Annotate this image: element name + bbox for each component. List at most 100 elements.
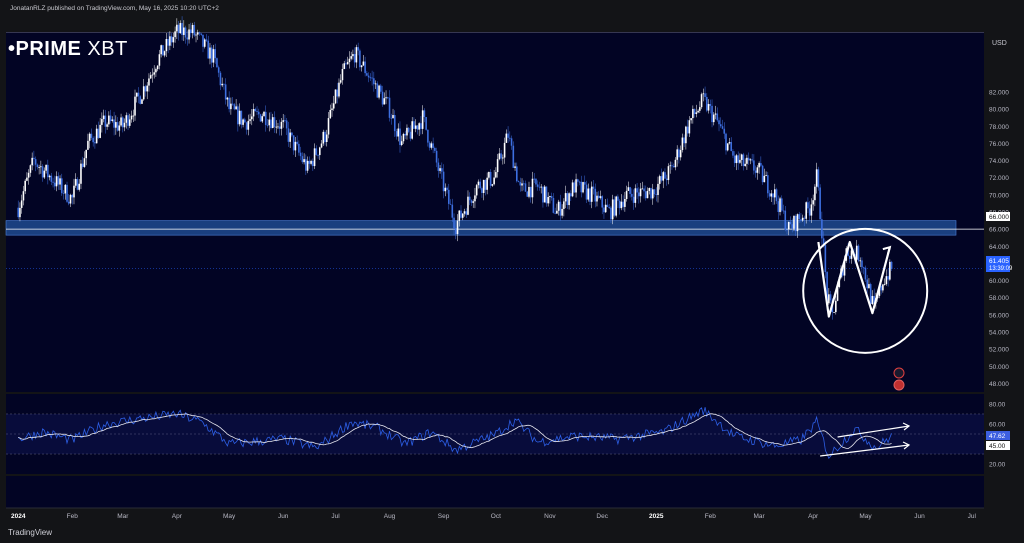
candle-body: [282, 120, 284, 122]
candle-body: [202, 34, 204, 47]
candle-body: [583, 182, 586, 185]
candle-body: [249, 119, 251, 121]
candle-body: [770, 193, 773, 197]
candle-body: [17, 207, 20, 218]
candle-body: [155, 69, 157, 73]
candle-body: [700, 94, 703, 108]
candle-body: [411, 121, 413, 139]
candle-body: [88, 133, 91, 141]
time-tick-label: Sep: [438, 513, 450, 520]
candle-body: [484, 179, 487, 190]
candle-body: [390, 117, 393, 119]
candle-body: [772, 193, 774, 198]
candle-body: [782, 210, 785, 212]
candle-body: [383, 98, 386, 105]
candle-body: [528, 186, 530, 197]
price-level-label: 66.000: [986, 212, 1010, 221]
rsi-badges: 47.62 45.00: [986, 431, 1010, 450]
candle-body: [162, 45, 164, 56]
time-tick-label: Apr: [172, 513, 183, 520]
candle-body: [597, 195, 600, 198]
candle-body: [835, 300, 837, 313]
candle-body: [153, 72, 155, 75]
candle-body: [74, 179, 77, 186]
candle-body: [819, 187, 821, 220]
candle-body: [660, 176, 663, 181]
candle-body: [566, 193, 569, 206]
candle-body: [582, 182, 584, 193]
candle-body: [493, 177, 495, 185]
candle-body: [590, 186, 593, 202]
price-tick-label: 82.000: [989, 90, 1009, 97]
price-tick-label: 52.000: [989, 347, 1009, 354]
candle-body: [132, 115, 135, 117]
candle-body: [284, 120, 286, 122]
candle-body: [287, 128, 290, 142]
candle-body: [824, 245, 827, 273]
flag-icon: [893, 367, 905, 379]
candle-body: [76, 179, 79, 190]
candle-body: [210, 47, 213, 63]
candle-body: [761, 165, 764, 183]
last-price-text: 61.405: [989, 258, 1009, 265]
candle-body: [81, 163, 84, 167]
candle-body: [235, 106, 237, 110]
candle-body: [615, 196, 617, 216]
candle-body: [646, 190, 649, 199]
candle-body: [678, 149, 680, 158]
candle-body: [760, 163, 762, 166]
candle-body: [774, 189, 776, 198]
candle-body: [280, 121, 283, 129]
candle-body: [502, 157, 504, 159]
candle-body: [366, 73, 368, 76]
time-tick-label: Apr: [808, 513, 819, 520]
candle-body: [732, 151, 734, 156]
candle-body: [137, 92, 140, 97]
rsi-value-badge: 47.62: [989, 433, 1006, 440]
candle-body: [489, 171, 492, 186]
candle-body: [467, 196, 469, 215]
candle-body: [228, 97, 230, 110]
candle-body: [730, 142, 733, 152]
candle-body: [618, 200, 621, 209]
candle-body: [73, 185, 75, 198]
time-tick-label: 2025: [649, 513, 664, 520]
candle-body: [317, 154, 319, 156]
candle-body: [695, 112, 698, 114]
candle-body: [514, 166, 516, 168]
candle-body: [257, 111, 260, 115]
candle-body: [378, 85, 380, 98]
chart-svg: 82.000 80.000 78.000 76.000 74.000 72.000 70.0…: [5, 16, 1013, 520]
candle-body: [226, 97, 229, 100]
candle-body: [571, 182, 574, 197]
candle-body: [310, 160, 312, 164]
candle-body: [231, 103, 234, 105]
price-tick-label: 64.000: [989, 244, 1009, 251]
candle-body: [887, 276, 889, 280]
candle-body: [291, 132, 293, 136]
candle-body: [102, 115, 105, 120]
candle-body: [146, 85, 149, 92]
candle-body: [474, 195, 476, 202]
candle-body: [707, 104, 710, 111]
candle-body: [608, 207, 610, 208]
candle-body: [212, 49, 215, 63]
candle-body: [740, 154, 743, 160]
candle-body: [505, 133, 508, 143]
candle-body: [376, 83, 379, 98]
candle-body: [829, 294, 832, 301]
candle-body: [188, 29, 190, 40]
candle-body: [298, 143, 300, 153]
candle-body: [109, 115, 112, 121]
candle-body: [690, 118, 692, 121]
candle-body: [629, 187, 631, 194]
time-tick-label: Mar: [117, 513, 129, 520]
candle-body: [815, 169, 818, 187]
candle-body: [441, 168, 443, 172]
candle-body: [568, 193, 570, 206]
candle-body: [693, 108, 696, 114]
candle-body: [254, 109, 257, 112]
candle-body: [697, 110, 699, 113]
countdown-text: 13:39:09: [989, 266, 1013, 272]
tradingview-logo: TradingView: [8, 528, 53, 537]
